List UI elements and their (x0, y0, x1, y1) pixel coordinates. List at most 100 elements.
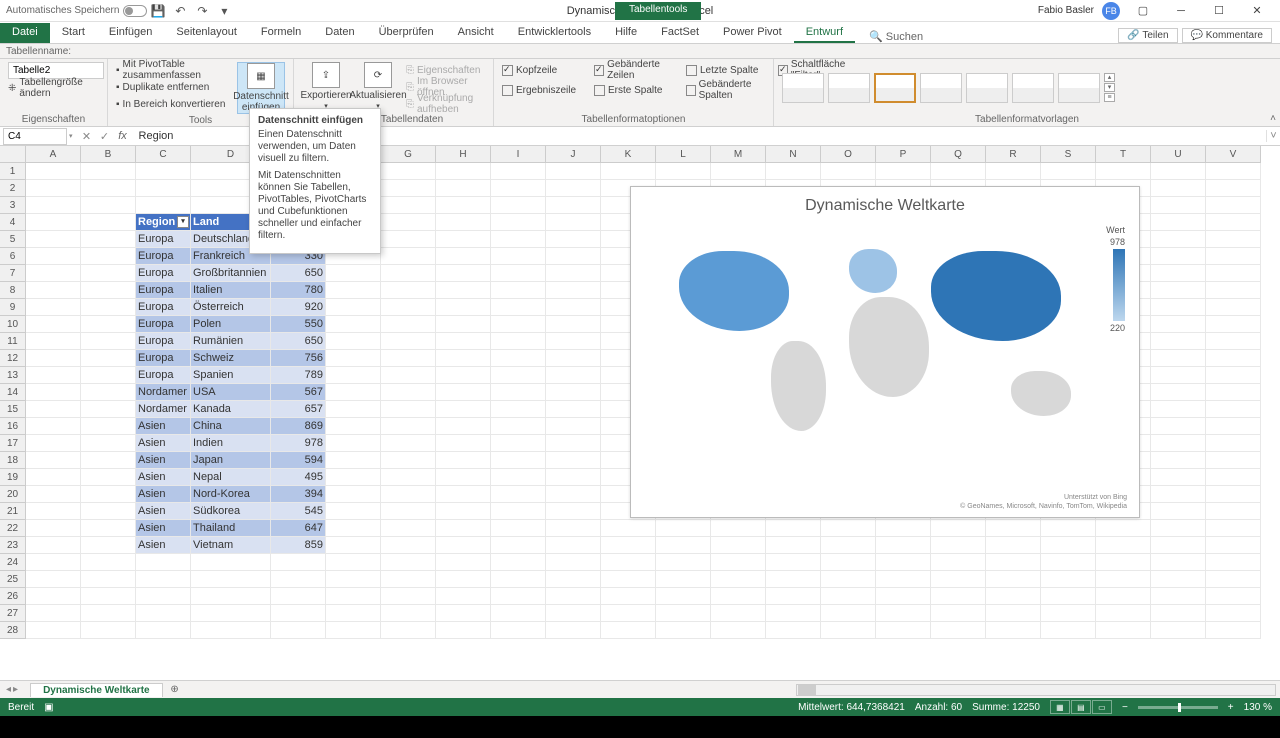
cell[interactable] (436, 469, 491, 486)
cell[interactable] (436, 231, 491, 248)
gallery-up-icon[interactable]: ▴ (1104, 73, 1115, 82)
cell[interactable] (326, 622, 381, 639)
cell[interactable] (326, 299, 381, 316)
cell[interactable] (766, 520, 821, 537)
cell[interactable] (26, 231, 81, 248)
cell[interactable] (26, 180, 81, 197)
insert-slicer-button[interactable]: ▦ Datenschnitt einfügen (237, 62, 285, 114)
cell[interactable] (601, 588, 656, 605)
cell[interactable] (491, 452, 546, 469)
cell[interactable] (81, 316, 136, 333)
cell[interactable] (491, 197, 546, 214)
cell[interactable] (1151, 537, 1206, 554)
styleopt-Kopfzeile[interactable]: Kopfzeile (502, 62, 590, 78)
cell[interactable] (1206, 282, 1261, 299)
cell[interactable] (81, 571, 136, 588)
cell[interactable] (1041, 622, 1096, 639)
select-all-triangle[interactable] (0, 146, 26, 163)
cell[interactable] (136, 197, 191, 214)
cell[interactable]: 978 (271, 435, 326, 452)
cell[interactable] (546, 605, 601, 622)
cell[interactable]: 789 (271, 367, 326, 384)
confirm-edit-icon[interactable]: ✓ (97, 130, 113, 143)
row-header[interactable]: 14 (0, 384, 26, 401)
cell[interactable] (381, 537, 436, 554)
cell[interactable] (1206, 622, 1261, 639)
cell[interactable] (26, 503, 81, 520)
cell[interactable] (436, 265, 491, 282)
row-header[interactable]: 26 (0, 588, 26, 605)
cell[interactable] (26, 435, 81, 452)
cell[interactable] (1096, 537, 1151, 554)
cell[interactable] (1206, 520, 1261, 537)
tab-formeln[interactable]: Formeln (249, 23, 313, 43)
cell[interactable]: Kanada (191, 401, 271, 418)
add-sheet-icon[interactable]: ⊕ (167, 684, 183, 695)
cell[interactable] (381, 554, 436, 571)
cell[interactable] (766, 554, 821, 571)
checkbox-icon[interactable] (778, 65, 788, 76)
cell[interactable] (26, 520, 81, 537)
column-header[interactable]: T (1096, 146, 1151, 163)
gallery-down-icon[interactable]: ▾ (1104, 83, 1115, 92)
tab-ansicht[interactable]: Ansicht (446, 23, 506, 43)
cell[interactable] (191, 622, 271, 639)
cell[interactable] (381, 163, 436, 180)
view-normal-icon[interactable]: ▦ (1050, 700, 1070, 714)
cell[interactable] (1151, 282, 1206, 299)
cell[interactable] (1151, 418, 1206, 435)
cell[interactable] (436, 605, 491, 622)
cell[interactable] (986, 622, 1041, 639)
tab-überprüfen[interactable]: Überprüfen (367, 23, 446, 43)
ribbon-mode-icon[interactable]: ▢ (1128, 1, 1158, 21)
zoom-out-icon[interactable]: − (1122, 702, 1128, 713)
cell[interactable] (81, 163, 136, 180)
cell[interactable] (491, 180, 546, 197)
cell[interactable] (1151, 503, 1206, 520)
column-header[interactable]: R (986, 146, 1041, 163)
cell[interactable] (26, 367, 81, 384)
cell[interactable] (601, 622, 656, 639)
cell[interactable] (491, 605, 546, 622)
cell[interactable] (821, 537, 876, 554)
cell[interactable] (326, 469, 381, 486)
row-header[interactable]: 23 (0, 537, 26, 554)
cell[interactable] (1206, 554, 1261, 571)
cell[interactable] (381, 486, 436, 503)
cell[interactable] (546, 486, 601, 503)
column-header[interactable]: A (26, 146, 81, 163)
cell[interactable] (26, 214, 81, 231)
cell[interactable] (136, 571, 191, 588)
name-box-dropdown-icon[interactable]: ▾ (67, 132, 75, 140)
row-header[interactable]: 22 (0, 520, 26, 537)
row-header[interactable]: 9 (0, 299, 26, 316)
cell[interactable] (1041, 605, 1096, 622)
cell[interactable] (1151, 350, 1206, 367)
cell[interactable] (876, 571, 931, 588)
sheet-nav-prev-icon[interactable]: ◂ (6, 684, 11, 695)
cell[interactable] (271, 554, 326, 571)
cell[interactable] (656, 571, 711, 588)
cell[interactable] (986, 571, 1041, 588)
search-box[interactable]: 🔍 Suchen (869, 30, 923, 43)
cell[interactable] (1206, 350, 1261, 367)
cell[interactable] (381, 299, 436, 316)
map-chart[interactable]: Dynamische Weltkarte Wert 978 220 Unters… (630, 186, 1140, 518)
zoom-in-icon[interactable]: + (1228, 702, 1234, 713)
cell[interactable] (381, 452, 436, 469)
cell[interactable] (766, 163, 821, 180)
zoom-slider[interactable] (1138, 706, 1218, 709)
column-header[interactable]: M (711, 146, 766, 163)
cell[interactable] (546, 384, 601, 401)
cell[interactable]: Nordamer (136, 401, 191, 418)
cell[interactable]: Europa (136, 316, 191, 333)
cell[interactable] (81, 418, 136, 435)
cell[interactable] (436, 571, 491, 588)
cell[interactable] (1041, 554, 1096, 571)
cell[interactable] (81, 435, 136, 452)
checkbox-icon[interactable] (594, 85, 605, 96)
cell[interactable] (326, 418, 381, 435)
cell[interactable] (1151, 197, 1206, 214)
cell[interactable] (436, 350, 491, 367)
column-header[interactable]: U (1151, 146, 1206, 163)
